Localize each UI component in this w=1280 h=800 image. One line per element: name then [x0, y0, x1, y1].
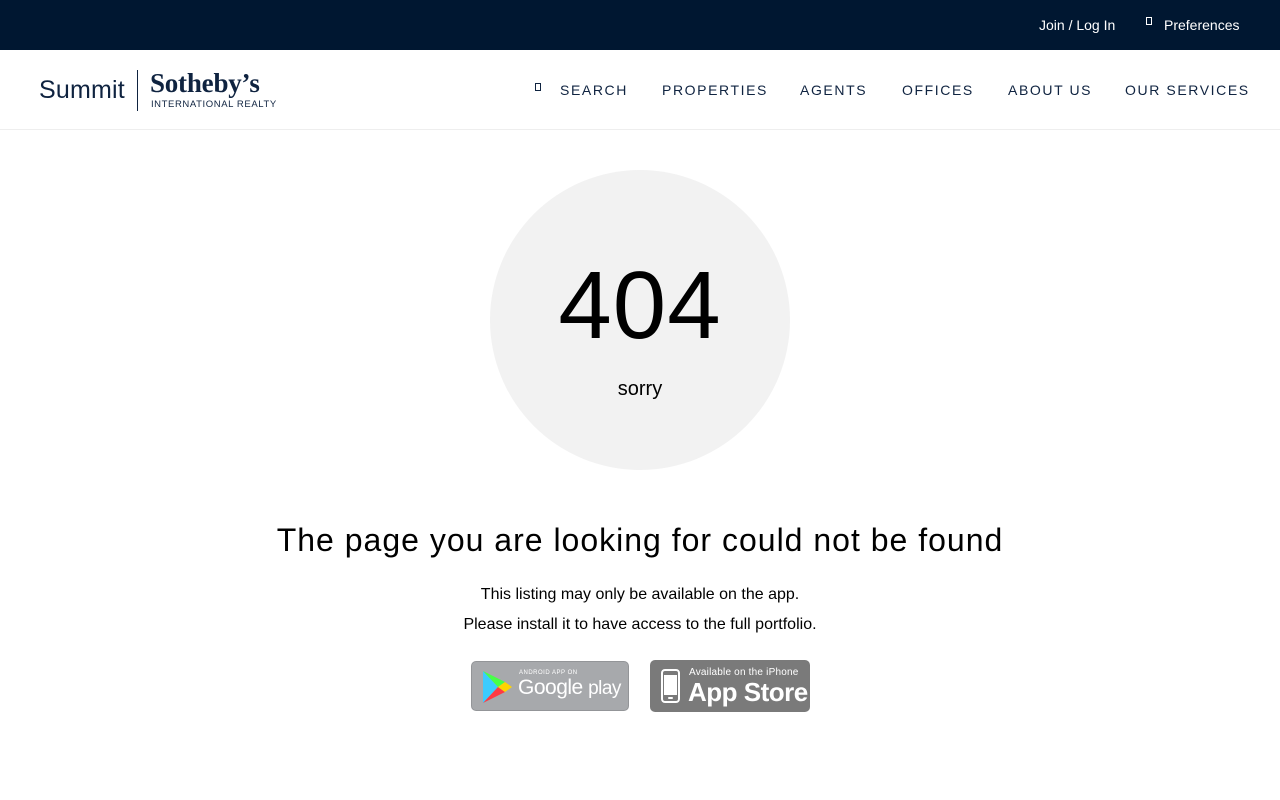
preferences-link[interactable]: Preferences [1146, 16, 1239, 34]
nav-our-services[interactable]: OUR SERVICES [1125, 82, 1250, 98]
preferences-icon [1146, 17, 1152, 25]
site-logo[interactable]: Summit Sotheby’s INTERNATIONAL REALTY [39, 69, 277, 111]
iphone-icon [661, 669, 680, 703]
error-sorry: sorry [617, 378, 663, 400]
logo-divider [136, 69, 138, 111]
nav-properties[interactable]: PROPERTIES [662, 82, 768, 98]
main-header: Summit Sotheby’s INTERNATIONAL REALTY SE… [0, 50, 1280, 130]
play-word: play [588, 678, 621, 699]
logo-summit: Summit [39, 75, 125, 104]
app-store-big-text: App Store [688, 677, 808, 707]
join-login-link[interactable]: Join / Log In [1039, 16, 1115, 34]
app-store-badge[interactable]: Available on the iPhone App Store [650, 660, 810, 712]
nav-offices[interactable]: OFFICES [902, 82, 974, 98]
logo-tagline: INTERNATIONAL REALTY [150, 99, 277, 110]
app-message-line-2: Please install it to have access to the … [463, 616, 817, 633]
google-word: Google [518, 676, 583, 699]
nav-about-us[interactable]: ABOUT US [1008, 82, 1092, 98]
error-headline: The page you are looking for could not b… [276, 522, 1004, 558]
search-icon[interactable] [535, 83, 541, 91]
logo-sothebys: Sotheby’s [149, 68, 260, 98]
app-message-line-1: This listing may only be available on th… [480, 586, 800, 603]
google-play-badge[interactable]: ANDROID APP ON Google play [471, 661, 629, 711]
nav-agents[interactable]: AGENTS [800, 82, 867, 98]
preferences-label: Preferences [1164, 17, 1240, 33]
logo-sothebys-block: Sotheby’s INTERNATIONAL REALTY [149, 68, 277, 111]
error-code: 404 [558, 252, 722, 359]
nav-search[interactable]: SEARCH [560, 82, 628, 98]
google-play-icon [483, 671, 512, 703]
top-utility-bar: Join / Log In Preferences [0, 0, 1280, 50]
google-play-big-text: Google play [518, 676, 621, 700]
